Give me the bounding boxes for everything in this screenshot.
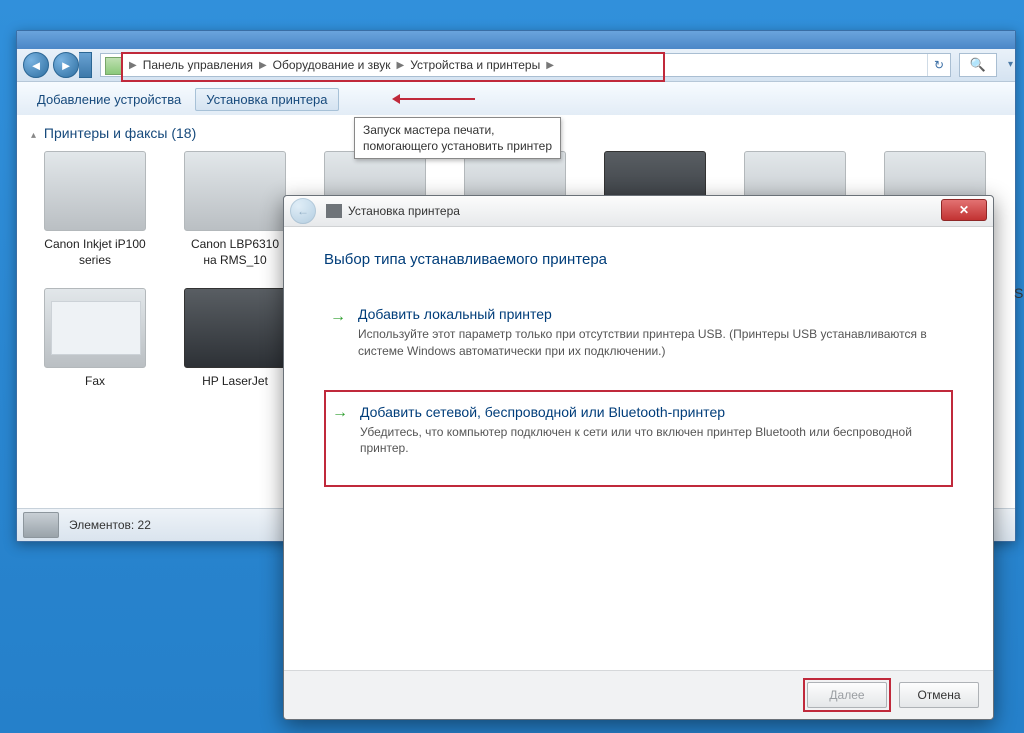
chevron-right-icon: ▶ — [255, 60, 271, 71]
chevron-right-icon: ▶ — [125, 60, 141, 71]
search-input[interactable]: 🔍 — [959, 53, 997, 77]
chevron-right-icon: ▶ — [393, 60, 409, 71]
group-title: Принтеры и факсы — [44, 125, 168, 141]
breadcrumb-3[interactable]: Устройства и принтеры — [408, 58, 542, 72]
printer-icon — [184, 288, 286, 368]
device-label: Fax — [31, 374, 159, 390]
wizard-body: Выбор типа устанавливаемого принтера → Д… — [284, 227, 993, 670]
wizard-back-button[interactable]: ← — [290, 198, 316, 224]
cropped-text: S — [1014, 285, 1023, 301]
wizard-title: Установка принтера — [348, 204, 460, 218]
device-item[interactable]: HP LaserJet — [171, 288, 299, 390]
fax-icon — [44, 288, 146, 368]
group-count: (18) — [171, 125, 196, 141]
status-label: Элементов: — [69, 518, 134, 532]
address-bar[interactable]: ▶ Панель управления ▶ Оборудование и зву… — [100, 53, 951, 77]
device-label: Canon Inkjet iP100 series — [31, 237, 159, 268]
breadcrumb-2[interactable]: Оборудование и звук — [271, 58, 393, 72]
control-panel-icon — [105, 57, 123, 75]
tooltip-line: помогающего установить принтер — [363, 138, 552, 154]
breadcrumb-1[interactable]: Панель управления — [141, 58, 255, 72]
explorer-titlebar — [17, 31, 1015, 49]
device-label: Canon LBP6310на RMS_10 — [171, 237, 299, 268]
printer-icon — [184, 151, 286, 231]
cancel-button[interactable]: Отмена — [899, 682, 979, 708]
nav-back-button[interactable]: ◄ — [23, 52, 49, 78]
next-button[interactable]: Далее — [807, 682, 887, 708]
annotation-highlight: Далее — [803, 678, 891, 712]
nav-forward-button[interactable]: ► — [53, 52, 79, 78]
add-device-button[interactable]: Добавление устройства — [27, 88, 191, 111]
arrow-right-icon: → — [332, 404, 348, 422]
close-button[interactable]: ✕ — [941, 199, 987, 221]
option-description: Используйте этот параметр только при отс… — [358, 326, 945, 360]
command-bar: Добавление устройства Установка принтера… — [17, 82, 1015, 117]
device-item[interactable]: Fax — [31, 288, 159, 390]
device-item[interactable]: Canon Inkjet iP100 series — [31, 151, 159, 268]
refresh-icon[interactable]: ↻ — [927, 54, 950, 76]
arrow-right-icon: → — [330, 308, 346, 326]
tooltip: Запуск мастера печати, помогающего устан… — [354, 117, 561, 159]
device-label: HP LaserJet — [171, 374, 299, 390]
option-description: Убедитесь, что компьютер подключен к сет… — [360, 424, 943, 458]
restore-icon[interactable]: ▾ — [1008, 59, 1013, 70]
status-count: 22 — [138, 518, 151, 532]
collapse-icon: ▴ — [31, 130, 36, 141]
printer-icon — [326, 204, 342, 218]
wizard-titlebar[interactable]: ← Установка принтера ✕ — [284, 196, 993, 227]
add-printer-wizard: ← Установка принтера ✕ Выбор типа устана… — [283, 195, 994, 720]
add-printer-button[interactable]: Установка принтера — [195, 88, 338, 111]
option-network-printer[interactable]: → Добавить сетевой, беспроводной или Blu… — [324, 390, 953, 488]
annotation-arrow — [395, 98, 475, 100]
option-local-printer[interactable]: → Добавить локальный принтер Используйте… — [324, 296, 953, 374]
wizard-footer: Далее Отмена — [284, 670, 993, 719]
nav-history-dropdown[interactable] — [79, 52, 92, 78]
wizard-heading: Выбор типа устанавливаемого принтера — [324, 251, 953, 268]
tooltip-line: Запуск мастера печати, — [363, 122, 552, 138]
devices-icon — [23, 512, 59, 538]
option-title: Добавить сетевой, беспроводной или Bluet… — [360, 404, 943, 420]
chevron-right-icon: ▶ — [542, 60, 558, 71]
printer-icon — [44, 151, 146, 231]
nav-bar: ◄ ► ▶ Панель управления ▶ Оборудование и… — [17, 49, 1015, 82]
device-item[interactable]: Canon LBP6310на RMS_10 — [171, 151, 299, 268]
option-title: Добавить локальный принтер — [358, 306, 945, 322]
